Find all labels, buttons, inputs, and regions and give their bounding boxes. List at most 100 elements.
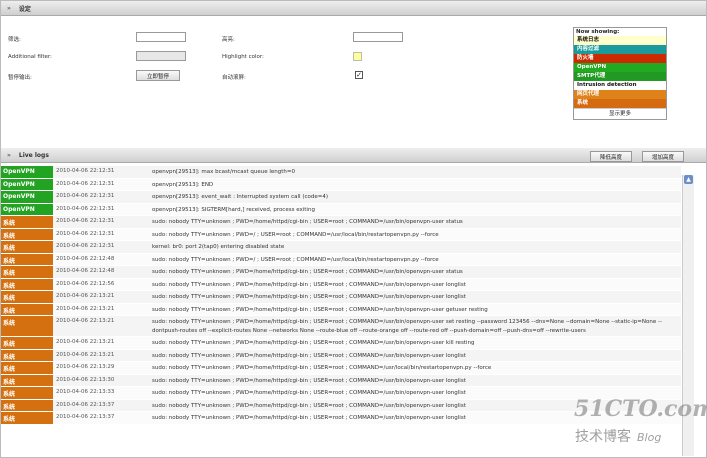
log-timestamp: 2010-04-06 22:12:48 [56,255,115,262]
scroll-up-icon[interactable]: ▲ [684,175,693,184]
log-message: sudo: nobody TTY=unknown ; PWD=/ ; USER=… [152,256,439,263]
log-timestamp: 2010-04-06 22:13:33 [56,389,115,395]
collapse-arrows-icon[interactable]: » [7,152,11,159]
log-message: sudo: nobody TTY=unknown ; PWD=/home/htt… [152,219,463,225]
highlight-label: 高亮: [222,37,235,43]
log-source-tag: 系统 [1,387,53,399]
legend-item: OpenVPN [574,63,666,72]
highlight-input[interactable] [353,32,403,42]
log-message: openvpn[29513]: max bcast/mcast queue le… [152,169,295,175]
collapse-arrows-icon[interactable]: » [7,5,11,12]
log-row: 系统 2010-04-06 22:13:30 sudo: nobody TTY=un… [1,374,681,387]
highlight-color-label: Highlight color: [222,54,264,60]
log-timestamp: 2010-04-06 22:13:29 [56,364,115,370]
log-row: 系统 2010-04-06 22:12:31 sudo: nobody TTY=un… [1,216,681,229]
autoscroll-checkbox[interactable]: ✓ [355,71,363,79]
log-message: sudo: nobody TTY=unknown ; PWD=/home/htt… [152,269,463,275]
log-row: 系统 2010-04-06 22:13:21 sudo: nobody TTY=un… [1,337,681,350]
autoscroll-label: 自动滚屏: [222,75,246,81]
show-more-button[interactable]: 显示更多 [574,108,666,119]
log-row: OpenVPN 2010-04-06 22:12:31 openvpn[29513]… [1,166,681,179]
log-timestamp: 2010-04-06 22:12:31 [56,193,115,199]
log-message: sudo: nobody TTY=unknown ; PWD=/home/htt… [152,365,492,371]
log-timestamp: 2010-04-06 22:12:31 [56,218,115,224]
log-source-tag: OpenVPN [1,178,53,190]
log-source-tag: 系统 [1,228,53,240]
log-row: 系统 2010-04-06 22:13:21 sudo: nobody TTY=un… [1,316,681,337]
log-source-tag: OpenVPN [1,203,53,215]
log-row: 系统 2010-04-06 22:12:56 sudo: nobody TTY=un… [1,278,681,291]
log-timestamp: 2010-04-06 22:12:56 [56,280,115,287]
log-timestamp: 2010-04-06 22:12:31 [56,168,115,174]
log-source-tag: 系统 [1,316,53,336]
log-source-tag: 系统 [1,399,53,411]
filter-input[interactable] [136,32,186,42]
log-row: 系统 2010-04-06 22:12:48 sudo: nobody TTY=un… [1,266,681,279]
log-timestamp: 2010-04-06 22:12:31 [56,230,115,237]
log-message: sudo: nobody TTY=unknown ; PWD=/home/htt… [152,319,662,334]
additional-filter-input[interactable] [136,51,186,61]
log-source-tag: OpenVPN [1,166,53,178]
log-row: OpenVPN 2010-04-06 22:12:31 openvpn[29513]… [1,178,681,191]
log-row: 系统 2010-04-06 22:12:31 sudo: nobody TTY=un… [1,228,681,241]
log-source-tag: 系统 [1,362,53,374]
log-source-tag: 系统 [1,349,53,361]
filter-label: 筛选: [8,37,21,43]
log-source-tag: 系统 [1,303,53,315]
additional-filter-label: Additional filter: [8,54,52,60]
legend-items: 系统日志 内容过滤 防火墙 OpenVPN SMTP代理 Intrusion detect… [574,36,666,108]
highlight-color-swatch[interactable] [353,52,362,61]
legend-item: 系统 [574,99,666,108]
watermark-sub: 技术博客 Blog [575,426,661,446]
watermark-sub-text: 技术博客 [575,429,631,445]
log-message: sudo: nobody TTY=unknown ; PWD=/home/htt… [152,306,488,313]
log-timestamp: 2010-04-06 22:13:21 [56,318,115,324]
log-timestamp: 2010-04-06 22:13:21 [56,293,115,299]
legend-item: 防火墙 [574,54,666,63]
log-message: sudo: nobody TTY=unknown ; PWD=/home/htt… [152,281,466,288]
log-timestamp: 2010-04-06 22:12:31 [56,205,115,212]
log-row: 系统 2010-04-06 22:13:21 sudo: nobody TTY=un… [1,291,681,304]
watermark-blog: Blog [637,431,662,444]
log-source-tag: 系统 [1,253,53,265]
log-message: sudo: nobody TTY=unknown ; PWD=/home/htt… [152,377,466,384]
legend-item: 网页代理 [574,90,666,99]
log-source-tag: 系统 [1,337,53,349]
log-timestamp: 2010-04-06 22:12:31 [56,180,115,187]
log-timestamp: 2010-04-06 22:13:21 [56,351,115,358]
log-timestamp: 2010-04-06 22:13:37 [56,401,115,408]
log-source-tag: 系统 [1,412,53,424]
now-showing-legend: Now showing: 系统日志 内容过滤 防火墙 OpenVPN SMTP代理 Int… [573,27,667,120]
log-source-tag: 系统 [1,374,53,386]
raise-height-button[interactable]: 增加高度 [642,151,684,162]
legend-item: 内容过滤 [574,45,666,54]
log-source-tag: OpenVPN [1,191,53,203]
log-source-tag: 系统 [1,278,53,290]
pause-output-label: 暂停输出: [8,75,32,81]
log-timestamp: 2010-04-06 22:13:21 [56,339,115,345]
log-message: openvpn[29513]: SIGTERM[hard,] received,… [152,206,315,213]
settings-header[interactable]: » 设定 [1,1,706,16]
log-source-tag: 系统 [1,291,53,303]
live-logs-title: Live logs [18,151,49,159]
legend-item: SMTP代理 [574,72,666,81]
log-row: 系统 2010-04-06 22:12:31 kernel: br0: port 2… [1,241,681,254]
log-message: sudo: nobody TTY=unknown ; PWD=/home/htt… [152,294,466,300]
settings-title: 设定 [18,5,31,13]
log-message: openvpn[29513]: event_wait : Interrupted… [152,194,328,200]
legend-item: 系统日志 [574,36,666,45]
pause-now-button[interactable]: 立即暂停 [136,70,180,81]
log-source-tag: 系统 [1,216,53,228]
log-row: 系统 2010-04-06 22:13:21 sudo: nobody TTY=un… [1,303,681,316]
log-row: OpenVPN 2010-04-06 22:12:31 openvpn[29513]… [1,191,681,204]
log-message: sudo: nobody TTY=unknown ; PWD=/home/htt… [152,340,475,346]
legend-item: Intrusion detection [574,81,666,90]
log-timestamp: 2010-04-06 22:12:31 [56,243,115,249]
watermark-site: 51CTO.com [574,396,707,422]
legend-title: Now showing: [576,29,620,35]
log-message: openvpn[29513]: END [152,181,214,188]
lower-height-button[interactable]: 降低高度 [590,151,632,162]
log-timestamp: 2010-04-06 22:13:21 [56,305,115,312]
log-timestamp: 2010-04-06 22:13:30 [56,376,115,383]
log-message: sudo: nobody TTY=unknown ; PWD=/home/htt… [152,352,466,359]
